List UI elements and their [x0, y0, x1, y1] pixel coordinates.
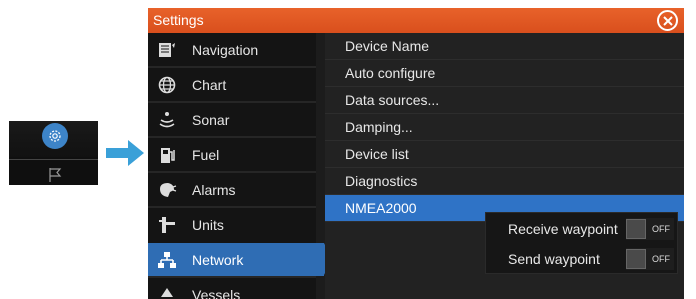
sidebar-item-vessels[interactable]: Vessels: [148, 278, 316, 299]
receive-waypoint-toggle[interactable]: OFF: [626, 218, 674, 240]
toggle-state: OFF: [652, 254, 670, 264]
right-arrow-icon: [106, 140, 144, 166]
receive-waypoint-label: Receive waypoint: [508, 221, 618, 237]
option-device-list[interactable]: Device list: [325, 141, 684, 168]
globe-icon: [157, 75, 177, 95]
sidebar-item-fuel[interactable]: Fuel: [148, 138, 316, 171]
option-data-sources[interactable]: Data sources...: [325, 87, 684, 114]
sidebar-item-label: Chart: [192, 76, 227, 93]
flag-icon: [45, 166, 65, 184]
sidebar-item-label: Sonar: [192, 111, 230, 128]
receive-waypoint-row[interactable]: Receive waypoint OFF: [486, 214, 679, 244]
sonar-icon: [157, 110, 177, 130]
send-waypoint-row[interactable]: Send waypoint OFF: [486, 244, 679, 274]
send-waypoint-label: Send waypoint: [508, 251, 600, 267]
toggle-state: OFF: [652, 224, 670, 234]
settings-gear-icon[interactable]: [42, 123, 68, 149]
sidebar-item-navigation[interactable]: Navigation: [148, 33, 316, 66]
send-waypoint-toggle[interactable]: OFF: [626, 248, 674, 270]
option-damping[interactable]: Damping...: [325, 114, 684, 141]
close-button[interactable]: [657, 10, 678, 31]
fuel-pump-icon: [157, 145, 177, 165]
toggle-knob: [626, 219, 646, 239]
sidebar-item-chart[interactable]: Chart: [148, 68, 316, 101]
sidebar-item-units[interactable]: Units: [148, 208, 316, 241]
sidebar-item-label: Navigation: [192, 41, 259, 58]
option-diagnostics[interactable]: Diagnostics: [325, 168, 684, 195]
alarm-icon: [157, 180, 177, 200]
nmea2000-popup: Receive waypoint OFF Send waypoint OFF: [485, 212, 678, 274]
home-screen-thumbnail: [9, 121, 98, 185]
close-icon: [662, 15, 673, 26]
units-icon: [157, 215, 177, 235]
window-title: Settings: [153, 12, 204, 28]
settings-sidebar: Navigation Chart Sonar Fuel Alarms Units…: [148, 33, 332, 299]
option-device-name[interactable]: Device Name: [325, 33, 684, 60]
sidebar-item-label: Units: [192, 216, 224, 233]
sidebar-item-label: Vessels: [192, 286, 241, 299]
toggle-knob: [626, 249, 646, 269]
option-auto-configure[interactable]: Auto configure: [325, 60, 684, 87]
sidebar-item-sonar[interactable]: Sonar: [148, 103, 316, 136]
network-icon: [157, 250, 177, 270]
sidebar-item-alarms[interactable]: Alarms: [148, 173, 316, 206]
sidebar-item-network[interactable]: Network: [148, 243, 332, 276]
vessel-icon: [157, 285, 177, 299]
home-divider: [9, 159, 98, 160]
sidebar-item-label: Alarms: [192, 181, 236, 198]
navigation-icon: [157, 40, 177, 60]
sidebar-item-label: Network: [192, 251, 244, 268]
settings-titlebar: Settings: [148, 8, 684, 33]
sidebar-item-label: Fuel: [192, 146, 220, 163]
